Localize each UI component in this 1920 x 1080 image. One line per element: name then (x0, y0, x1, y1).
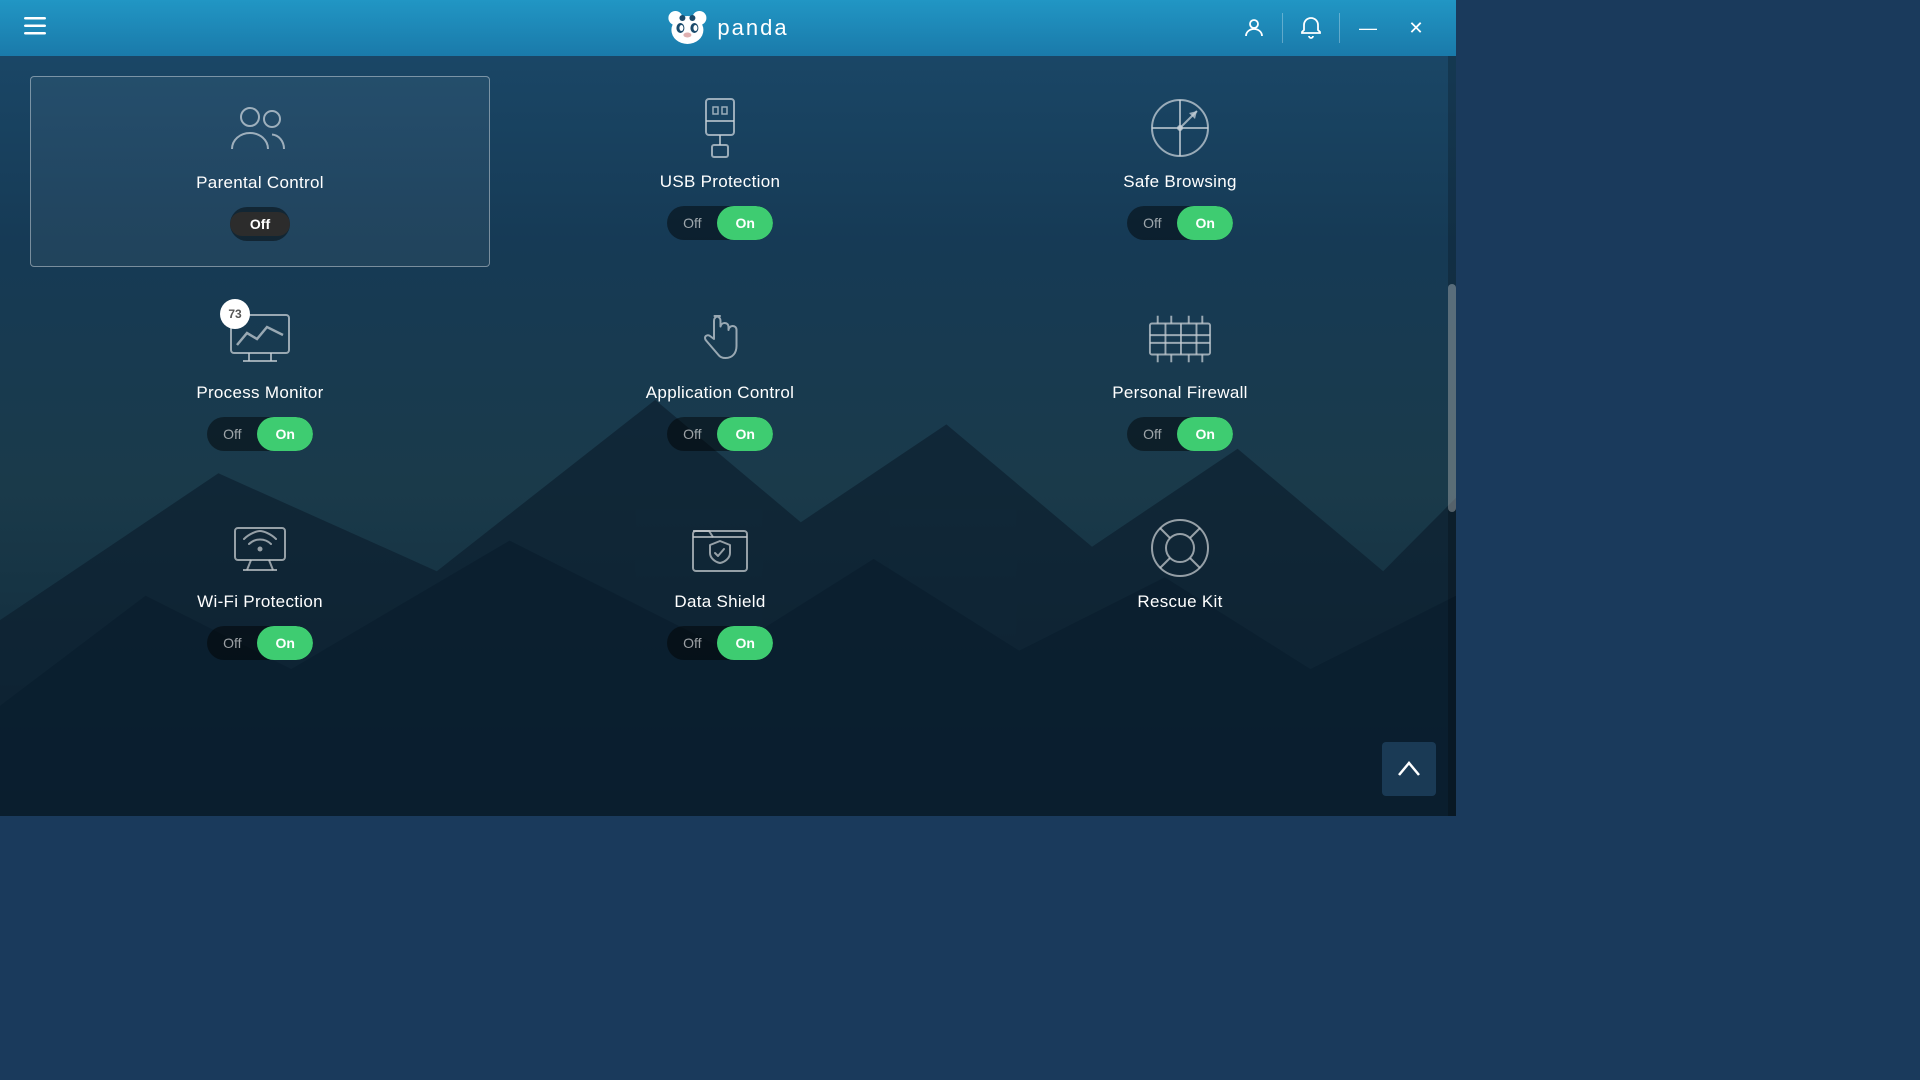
scroll-up-button[interactable] (1382, 742, 1436, 796)
close-button[interactable]: ✕ (1392, 0, 1440, 56)
application-control-icon (688, 307, 752, 371)
process-monitor-off-label: Off (207, 417, 257, 451)
minimize-button[interactable]: — (1344, 0, 1392, 56)
notifications-button[interactable] (1287, 0, 1335, 56)
process-monitor-on-label[interactable]: On (257, 417, 312, 451)
titlebar-right: — ✕ (1230, 0, 1440, 56)
safe-browsing-toggle[interactable]: Off On (1127, 206, 1233, 240)
personal-firewall-on-label[interactable]: On (1177, 417, 1232, 451)
data-shield-off-label: Off (667, 626, 717, 660)
personal-firewall-icon (1148, 307, 1212, 371)
titlebar-divider (1282, 13, 1283, 43)
data-shield-title: Data Shield (674, 592, 765, 612)
process-monitor-toggle[interactable]: Off On (207, 417, 313, 451)
process-monitor-card[interactable]: 73 Process Monitor Off On (30, 287, 490, 476)
titlebar-divider2 (1339, 13, 1340, 43)
application-control-card[interactable]: Application Control Off On (490, 287, 950, 476)
features-grid: Parental Control Off USB Protection Off … (0, 56, 1440, 705)
scrollbar[interactable] (1448, 56, 1456, 816)
wifi-on-label[interactable]: On (257, 626, 312, 660)
application-control-toggle[interactable]: Off On (667, 417, 773, 451)
safe-browsing-card[interactable]: Safe Browsing Off On (950, 76, 1410, 267)
data-shield-icon (688, 516, 752, 580)
data-shield-card[interactable]: Data Shield Off On (490, 496, 950, 685)
titlebar: panda — ✕ (0, 0, 1456, 56)
usb-protection-toggle[interactable]: Off On (667, 206, 773, 240)
application-control-off-label: Off (667, 417, 717, 451)
titlebar-center: panda (667, 10, 788, 46)
data-shield-toggle[interactable]: Off On (667, 626, 773, 660)
personal-firewall-title: Personal Firewall (1112, 383, 1247, 403)
application-control-on-label[interactable]: On (717, 417, 772, 451)
wifi-protection-toggle[interactable]: Off On (207, 626, 313, 660)
safe-browsing-off-label: Off (1127, 206, 1177, 240)
process-monitor-icon: 73 (228, 307, 292, 371)
usb-protection-title: USB Protection (660, 172, 780, 192)
wifi-protection-icon (228, 516, 292, 580)
wifi-protection-title: Wi-Fi Protection (197, 592, 323, 612)
data-shield-on-label[interactable]: On (717, 626, 772, 660)
parental-control-title: Parental Control (196, 173, 324, 193)
process-monitor-title: Process Monitor (196, 383, 323, 403)
usb-protection-card[interactable]: USB Protection Off On (490, 76, 950, 267)
account-button[interactable] (1230, 0, 1278, 56)
panda-logo-icon (667, 10, 707, 46)
safe-browsing-title: Safe Browsing (1123, 172, 1237, 192)
safe-browsing-on-label[interactable]: On (1177, 206, 1232, 240)
app-title: panda (717, 15, 788, 41)
wifi-protection-card[interactable]: Wi-Fi Protection Off On (30, 496, 490, 685)
application-control-title: Application Control (646, 383, 794, 403)
usb-protection-icon (688, 96, 752, 160)
wifi-off-label: Off (207, 626, 257, 660)
rescue-kit-icon (1148, 516, 1212, 580)
parental-control-card[interactable]: Parental Control Off (30, 76, 490, 267)
usb-off-label: Off (667, 206, 717, 240)
process-monitor-badge: 73 (220, 299, 250, 329)
personal-firewall-card[interactable]: Personal Firewall Off On (950, 287, 1410, 476)
parental-control-off-label[interactable]: Off (230, 212, 290, 236)
titlebar-left (16, 11, 54, 45)
safe-browsing-icon (1148, 96, 1212, 160)
rescue-kit-title: Rescue Kit (1137, 592, 1222, 612)
scrollbar-thumb[interactable] (1448, 284, 1456, 512)
parental-control-toggle[interactable]: Off (230, 207, 290, 241)
usb-on-label[interactable]: On (717, 206, 772, 240)
parental-control-icon (228, 97, 292, 161)
rescue-kit-card[interactable]: Rescue Kit (950, 496, 1410, 685)
personal-firewall-off-label: Off (1127, 417, 1177, 451)
menu-button[interactable] (16, 11, 54, 45)
personal-firewall-toggle[interactable]: Off On (1127, 417, 1233, 451)
